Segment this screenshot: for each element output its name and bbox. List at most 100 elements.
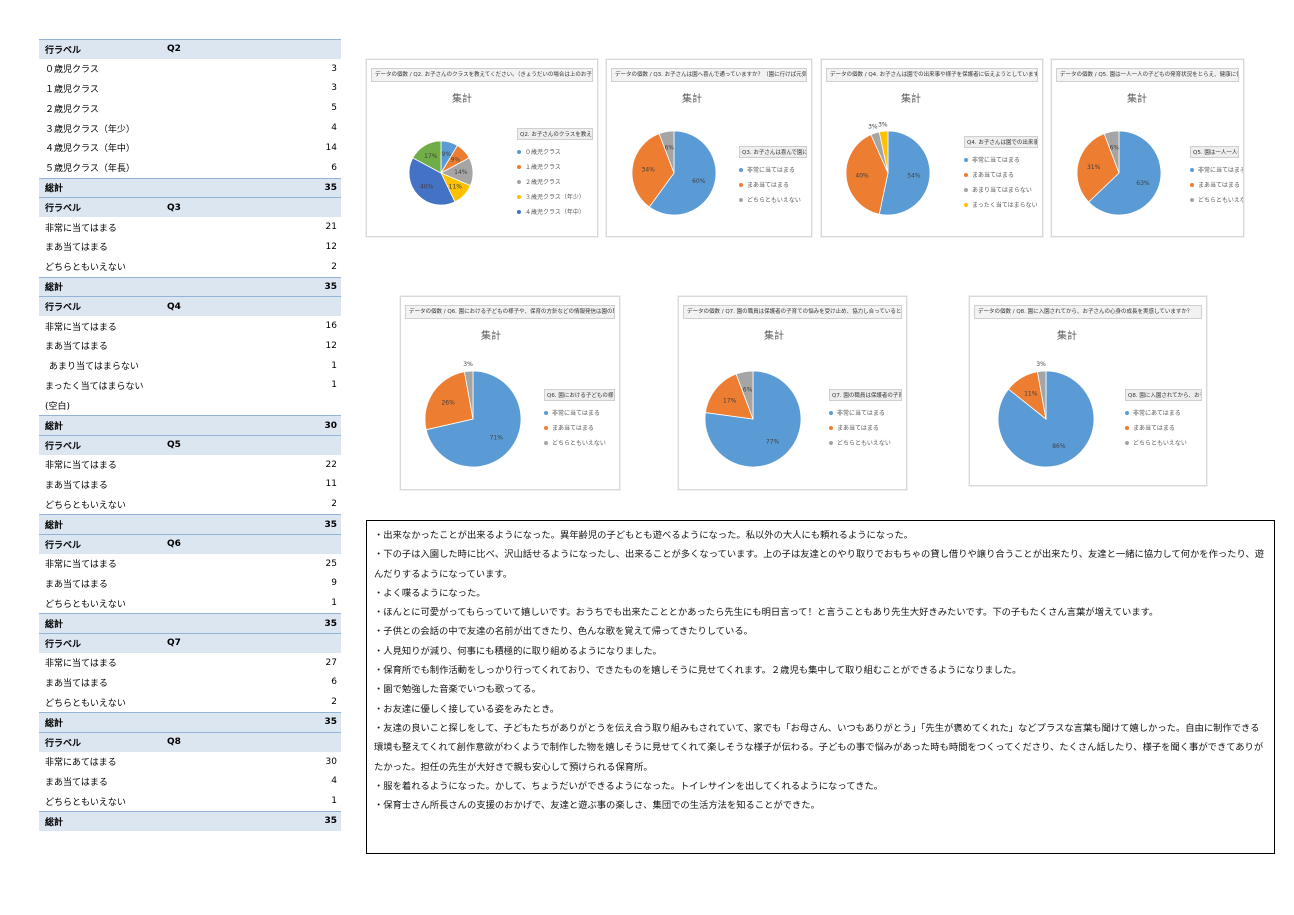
- total-label: 総計: [45, 817, 64, 828]
- pivot-row-label: あまり当てはまらない: [49, 362, 139, 373]
- slice-data-label: 6%: [665, 144, 675, 151]
- legend-filter-dropdown[interactable]: Q7. 園の職員は保護者の子育て... ▾: [829, 389, 902, 401]
- slice-data-label: 3%: [1036, 361, 1046, 368]
- legend-label: 非常に当てはまる: [1198, 167, 1244, 174]
- comment-text: ・下の子は入園した時に比べ、沢山話せるようになったし、出来ることが多くなっていま…: [374, 549, 1264, 580]
- pivot-row-value: 14: [325, 142, 337, 153]
- legend-marker-icon: [829, 425, 833, 430]
- legend-item: どちらともいえない: [544, 435, 615, 450]
- legend-item: 非常に当てはまる: [964, 152, 1038, 167]
- pivot-row-label: ４歳児クラス（年中）: [45, 144, 135, 155]
- comment-text: ・保育士さん所長さんの支援のおかげで、友達と遊ぶ事の楽しさ、集団での生活方法を知…: [374, 800, 820, 812]
- pivot-row: どちらともいえない 1: [39, 791, 341, 811]
- comment-text: ・ほんとに可愛がってもらっていて嬉しいです。おうちでも出来たこととかあったら先生…: [374, 607, 1159, 619]
- pivot-row: どちらともいえない 2: [39, 692, 341, 712]
- legend-label: どちらともいえない: [552, 440, 606, 447]
- legend-filter-dropdown[interactable]: Q4. お子さんは園での出来事や様... ▾: [964, 136, 1038, 148]
- legend-item: まあ当てはまる: [1125, 420, 1202, 435]
- pivot-row-value: 11: [325, 479, 337, 490]
- row-label-header: 行ラベル: [45, 45, 82, 56]
- pivot-row: どちらともいえない 2: [39, 494, 341, 514]
- slice-data-label: 11%: [449, 184, 463, 191]
- legend-marker-icon: [1190, 167, 1194, 172]
- chart-legend: Q8. 園に入園されてから、お子さん... ▾ 非常にあてはまるまあ当てはまるどち…: [1125, 389, 1202, 450]
- pivot-total-row: 総計 30: [39, 415, 341, 435]
- legend-marker-icon: [517, 209, 521, 214]
- row-label-header: 行ラベル: [45, 738, 82, 749]
- pivot-row: まあ当てはまる 12: [39, 336, 341, 356]
- pivot-header-row: 行ラベル Q4: [39, 296, 341, 317]
- pivot-table: 行ラベル Q2 ０歳児クラス 3 １歳児クラス 3 ２歳児クラス 5 ３歳児クラス（年少） 4 ４歳…: [39, 39, 341, 831]
- legend-filter-dropdown[interactable]: Q3. お子さんは喜んで園に... ▾: [739, 146, 807, 158]
- legend-marker-icon: [739, 167, 743, 172]
- total-label: 総計: [45, 184, 64, 195]
- legend-filter-dropdown[interactable]: Q5. 園は一人一人の子どもの発育... ▾: [1190, 146, 1239, 158]
- total-value: 35: [324, 816, 337, 827]
- pivot-row: ０歳児クラス 3: [39, 59, 341, 79]
- legend-filter-dropdown[interactable]: Q6. 園における子どもの様子や、保育... ▾: [544, 389, 615, 401]
- legend-marker-icon: [544, 440, 548, 445]
- legend-item: あまり当てはまらない: [964, 182, 1038, 197]
- pivot-row-value: 4: [331, 776, 337, 787]
- pivot-row-value: 22: [325, 459, 337, 470]
- legend-item: まあ当てはまる: [739, 177, 807, 192]
- pivot-header-row: 行ラベル Q3: [39, 197, 341, 218]
- legend-label: どちらともいえない: [1133, 440, 1187, 447]
- pivot-total-row: 総計 35: [39, 811, 341, 831]
- total-value: 35: [324, 519, 337, 530]
- pivot-row-label: 非常にあてはまる: [45, 758, 117, 769]
- slice-data-label: 31%: [1087, 164, 1101, 171]
- legend-marker-icon: [829, 410, 833, 415]
- legend-label: まあ当てはまる: [972, 172, 1014, 179]
- comment-text: ・お友達に優しく接している姿をみたとき。: [374, 703, 560, 715]
- total-label: 総計: [45, 283, 64, 294]
- pivot-header-row: 行ラベル Q8: [39, 731, 341, 752]
- legend-label: 非常に当てはまる: [837, 410, 885, 417]
- pivot-row-value: 21: [325, 222, 337, 233]
- pivot-row-label: まあ当てはまる: [45, 342, 108, 353]
- pivot-row-label: どちらともいえない: [45, 263, 126, 274]
- pivot-row-label: ３歳児クラス（年少）: [45, 124, 135, 135]
- slice-data-label: 17%: [723, 397, 737, 404]
- pivot-row: どちらともいえない 2: [39, 257, 341, 277]
- pivot-total-row: 総計 35: [39, 712, 341, 732]
- pivot-row: まったく当てはまらない 1: [39, 376, 341, 396]
- question-header: Q6: [167, 539, 181, 550]
- legend-item: まあ当てはまる: [964, 167, 1038, 182]
- total-label: 総計: [45, 620, 64, 630]
- legend-filter-dropdown[interactable]: Q2. お子さんのクラスを教えてくい... ▾: [517, 128, 593, 140]
- legend-marker-icon: [829, 440, 833, 445]
- pivot-row-label: ５歳児クラス（年長）: [45, 164, 135, 175]
- pivot-row-label: １歳児クラス: [45, 84, 99, 95]
- legend-marker-icon: [1125, 410, 1129, 415]
- pivot-row-label: どちらともいえない: [45, 698, 126, 709]
- pivot-row: ５歳児クラス（年長） 6: [39, 158, 341, 178]
- question-header: Q7: [167, 638, 181, 649]
- pivot-row-value: 2: [331, 261, 337, 272]
- pivot-row: １歳児クラス 3: [39, 79, 341, 99]
- pivot-row: まあ当てはまる 6: [39, 673, 341, 693]
- pivot-header-row: 行ラベル Q7: [39, 632, 341, 653]
- legend-label: まあ当てはまる: [552, 425, 594, 432]
- legend-item: まあ当てはまる: [829, 420, 902, 435]
- legend-item: ４歳児クラス（年中）: [517, 204, 593, 219]
- pivot-row-value: 1: [331, 360, 337, 371]
- pivot-total-row: 総計 35: [39, 177, 341, 198]
- legend-label: あまり当てはまらない: [972, 187, 1032, 194]
- legend-item: どちらともいえない: [739, 192, 807, 207]
- pivot-row-label: どちらともいえない: [45, 797, 126, 808]
- question-header: Q2: [167, 44, 181, 55]
- legend-marker-icon: [964, 172, 968, 177]
- legend-filter-dropdown[interactable]: Q8. 園に入園されてから、お子さん... ▾: [1125, 389, 1202, 401]
- legend-marker-icon: [964, 187, 968, 192]
- slice-data-label: 77%: [766, 438, 780, 445]
- legend-label: ３歳児クラス（年少）: [525, 194, 585, 201]
- legend-label: 非常に当てはまる: [552, 410, 600, 417]
- slice-data-label: 71%: [490, 435, 504, 442]
- legend-label: 非常にあてはまる: [1133, 410, 1181, 417]
- legend-label: ４歳児クラス（年中）: [525, 209, 585, 216]
- pivot-row: 非常に当てはまる 21: [39, 217, 341, 237]
- pivot-row-value: 12: [325, 241, 337, 252]
- question-header: Q4: [167, 301, 181, 312]
- pivot-row-value: 2: [331, 499, 337, 510]
